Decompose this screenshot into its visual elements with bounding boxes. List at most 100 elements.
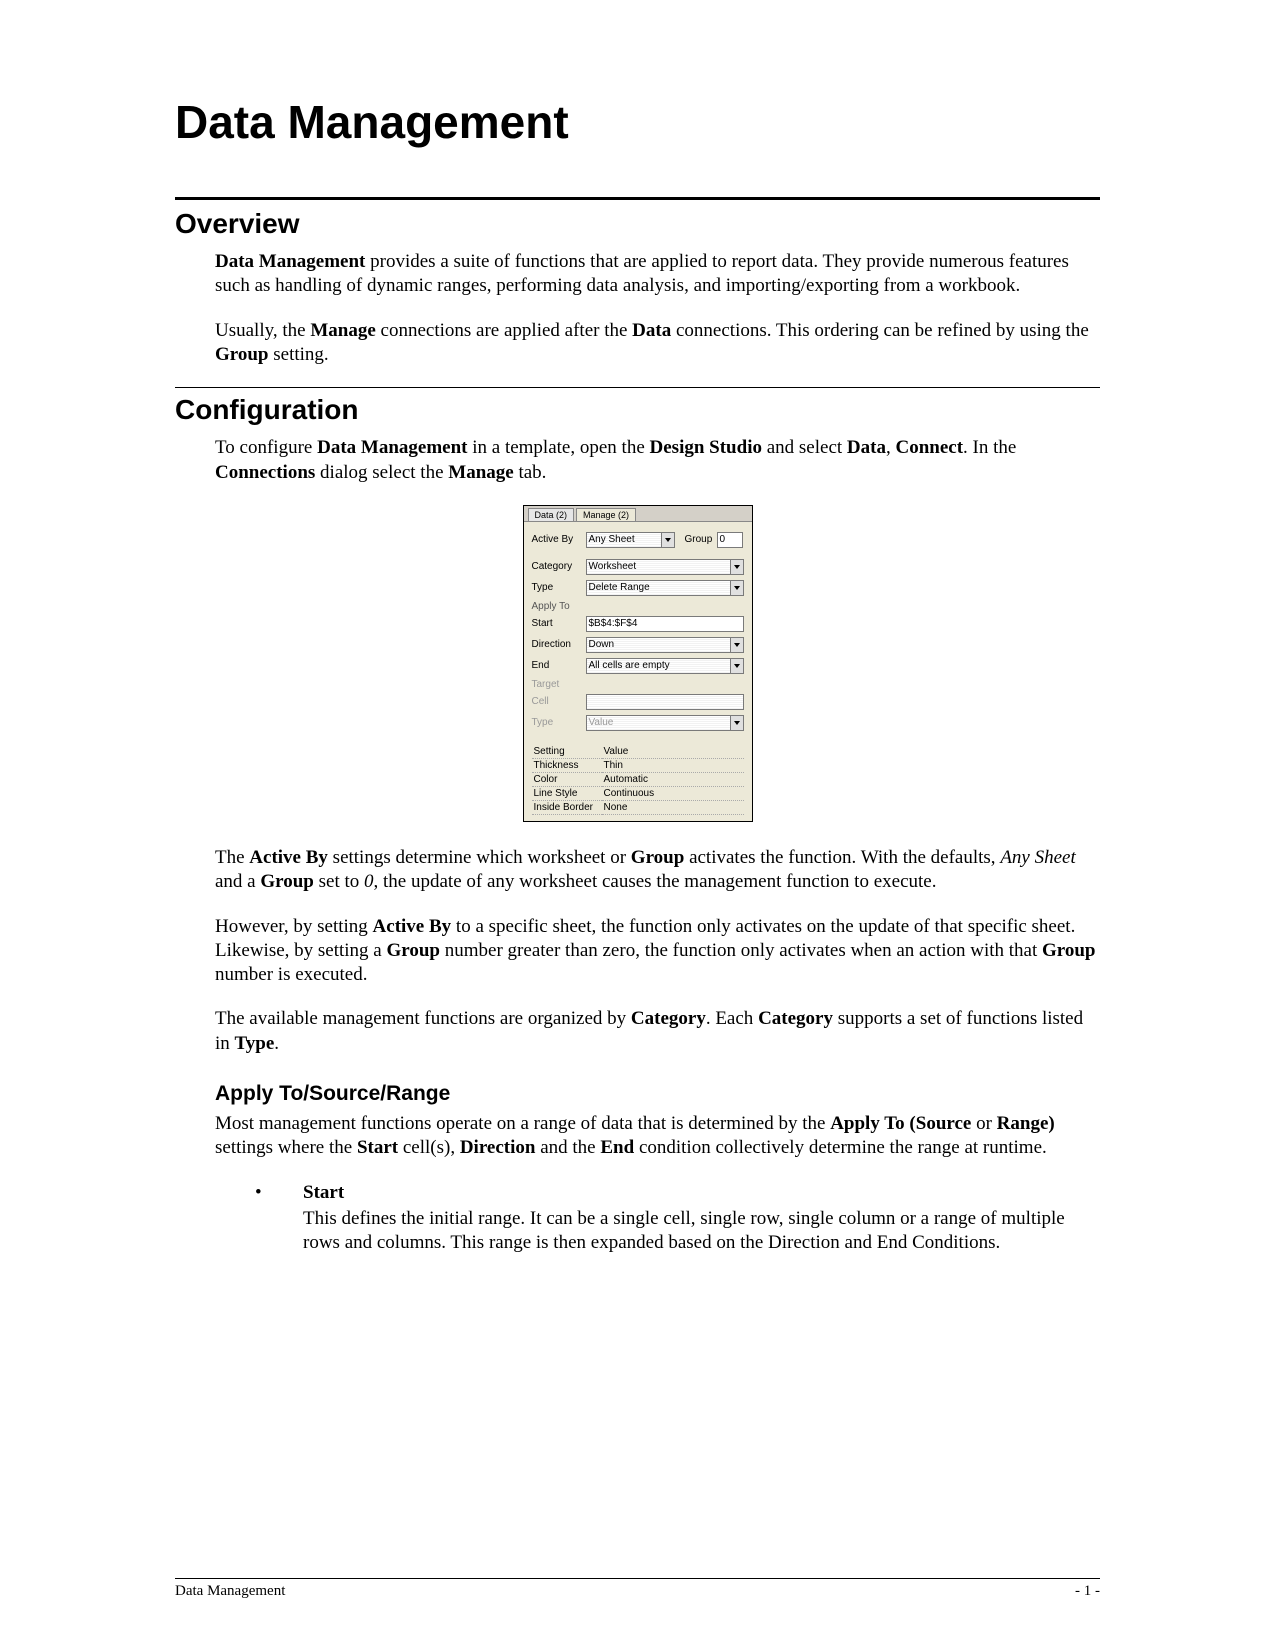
text: Most management functions operate on a r… <box>215 1113 830 1134</box>
cell: Color <box>532 772 602 786</box>
page-footer: Data Management - 1 - <box>175 1578 1100 1600</box>
label-end: End <box>532 660 586 671</box>
row-direction: Direction Down <box>532 637 744 653</box>
label-active-by: Active By <box>532 534 586 545</box>
label-group: Group <box>685 534 717 545</box>
label-direction: Direction <box>532 639 586 650</box>
text: Any Sheet <box>1000 847 1075 868</box>
cell: Inside Border <box>532 800 602 814</box>
chevron-down-icon[interactable] <box>730 658 744 674</box>
field-cell[interactable] <box>586 694 744 710</box>
text: Group <box>215 344 269 365</box>
label-start: Start <box>532 618 586 629</box>
tab-data[interactable]: Data (2) <box>528 508 575 521</box>
text: connections are applied after the <box>376 320 632 341</box>
text: activates the function. With the default… <box>684 847 1000 868</box>
grid-col-value: Value <box>602 745 744 759</box>
dialog-body: Active By Any Sheet Group 0 Category Wor… <box>524 522 752 821</box>
chevron-down-icon[interactable] <box>730 559 744 575</box>
config-p3: However, by setting Active By to a speci… <box>215 915 1100 988</box>
text: Manage <box>448 462 513 483</box>
text: and select <box>762 437 847 458</box>
text: and the <box>535 1137 600 1158</box>
text: . Each <box>706 1008 758 1029</box>
text: Connect <box>895 437 963 458</box>
text: setting. <box>269 344 329 365</box>
text: The available management functions are o… <box>215 1008 631 1029</box>
text: , the update of any worksheet causes the… <box>374 871 937 892</box>
field-start[interactable]: $B$4:$F$4 <box>586 616 744 632</box>
chevron-down-icon[interactable] <box>730 715 744 731</box>
config-p1: To configure Data Management in a templa… <box>215 436 1100 485</box>
cell: Automatic <box>602 772 744 786</box>
text: Group <box>631 847 685 868</box>
tab-manage[interactable]: Manage (2) <box>576 508 636 521</box>
text: Direction <box>460 1137 536 1158</box>
text: Data Management <box>317 437 467 458</box>
grid-row: ColorAutomatic <box>532 772 744 786</box>
heading-configuration: Configuration <box>175 394 1100 426</box>
cell: Thickness <box>532 758 602 772</box>
text: 0 <box>364 871 374 892</box>
row-cell: Cell <box>532 694 744 710</box>
grid-row: Line StyleContinuous <box>532 786 744 800</box>
page: Data Management Overview Data Management… <box>0 0 1275 1650</box>
page-title: Data Management <box>175 95 1100 149</box>
field-active-by[interactable]: Any Sheet <box>586 532 662 548</box>
text: Group <box>260 871 314 892</box>
text: End <box>600 1137 634 1158</box>
chevron-down-icon[interactable] <box>730 637 744 653</box>
text: However, by setting <box>215 916 373 937</box>
row-end: End All cells are empty <box>532 658 744 674</box>
row-start: Start $B$4:$F$4 <box>532 616 744 632</box>
text: number is executed. <box>215 964 367 985</box>
text: Connections <box>215 462 315 483</box>
field-end[interactable]: All cells are empty <box>586 658 731 674</box>
bullet-list: Start This defines the initial range. It… <box>255 1181 1100 1256</box>
text: Design Studio <box>650 437 762 458</box>
row-active-by: Active By Any Sheet Group 0 <box>532 532 744 548</box>
grid-col-setting: Setting <box>532 745 602 759</box>
text: settings where the <box>215 1137 357 1158</box>
text: Category <box>758 1008 833 1029</box>
field-category[interactable]: Worksheet <box>586 559 731 575</box>
text: Active By <box>373 916 452 937</box>
text: Usually, the <box>215 320 310 341</box>
settings-grid: Setting Value ThicknessThin ColorAutomat… <box>532 745 744 815</box>
chevron-down-icon[interactable] <box>730 580 744 596</box>
dialog-figure: Data (2) Manage (2) Active By Any Sheet … <box>175 505 1100 822</box>
bullet-text: This defines the initial range. It can b… <box>303 1207 1100 1256</box>
text: Data Management <box>215 251 365 272</box>
text: Start <box>357 1137 398 1158</box>
field-group[interactable]: 0 <box>717 532 743 548</box>
text: . In the <box>963 437 1016 458</box>
text: set to <box>314 871 364 892</box>
text: Group <box>387 940 441 961</box>
row-type: Type Delete Range <box>532 580 744 596</box>
dialog-tabs: Data (2) Manage (2) <box>524 506 752 522</box>
connections-dialog: Data (2) Manage (2) Active By Any Sheet … <box>523 505 753 822</box>
field-direction[interactable]: Down <box>586 637 731 653</box>
label-type2: Type <box>532 717 586 728</box>
text: . <box>274 1033 279 1054</box>
overview-p2: Usually, the Manage connections are appl… <box>215 319 1100 368</box>
label-target: Target <box>532 679 744 690</box>
text: The <box>215 847 249 868</box>
field-type[interactable]: Delete Range <box>586 580 731 596</box>
text: To configure <box>215 437 317 458</box>
text: Group <box>1042 940 1096 961</box>
chevron-down-icon[interactable] <box>661 532 675 548</box>
cell: Thin <box>602 758 744 772</box>
text: Apply To (Source <box>830 1113 971 1134</box>
cell: None <box>602 800 744 814</box>
field-type2[interactable]: Value <box>586 715 731 731</box>
label-category: Category <box>532 561 586 572</box>
text: Range) <box>997 1113 1055 1134</box>
section-rule <box>175 197 1100 200</box>
grid-row: Inside BorderNone <box>532 800 744 814</box>
list-item: Start This defines the initial range. It… <box>255 1181 1100 1256</box>
text: Data <box>632 320 671 341</box>
overview-p1: Data Management provides a suite of func… <box>215 250 1100 299</box>
row-category: Category Worksheet <box>532 559 744 575</box>
text: cell(s), <box>398 1137 460 1158</box>
